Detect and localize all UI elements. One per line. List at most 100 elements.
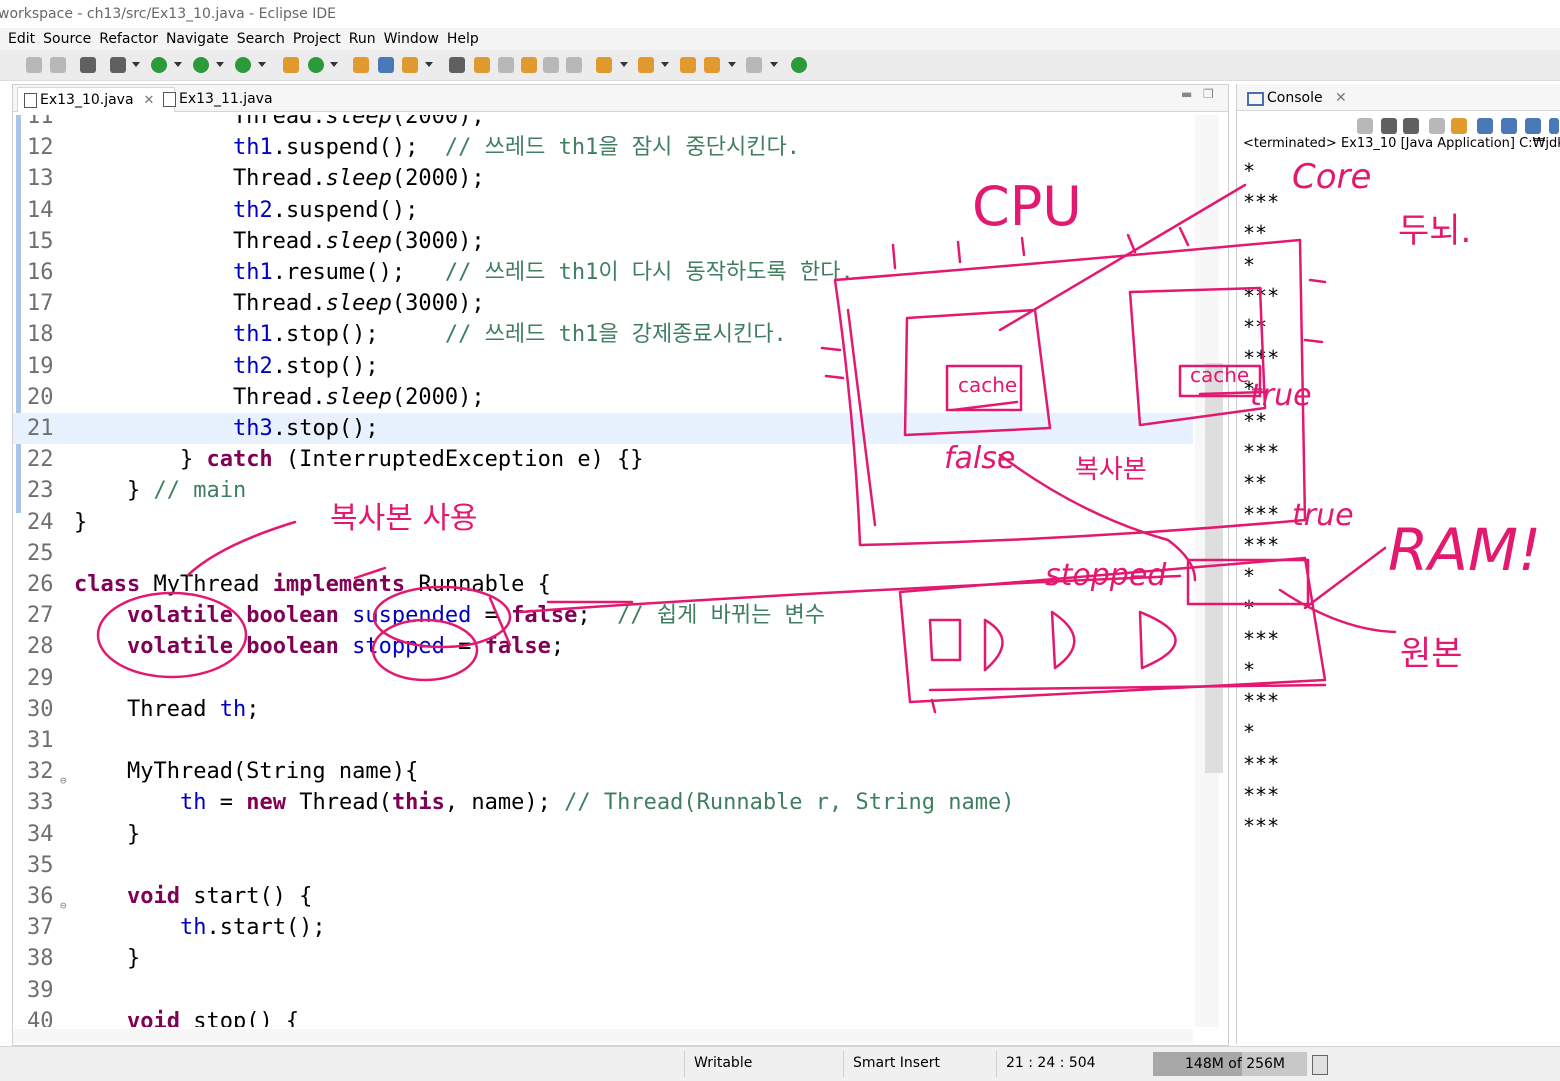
scrollbar-thumb[interactable]: [1205, 363, 1223, 773]
new-java-package-icon[interactable]: [283, 57, 299, 73]
code-line[interactable]: 13 Thread.sleep(2000);: [13, 163, 1193, 194]
menu-project[interactable]: Project: [293, 28, 341, 50]
console-output-line: **: [1243, 221, 1268, 246]
run-icon[interactable]: [151, 57, 167, 73]
line-number: 29: [27, 665, 54, 691]
menu-help[interactable]: Help: [447, 28, 479, 50]
remove-launch-icon[interactable]: [1381, 118, 1397, 134]
code-line[interactable]: 29: [13, 663, 1193, 694]
new-java-class-icon[interactable]: [308, 57, 324, 73]
console-output-line: ***: [1243, 626, 1280, 651]
code-text: } // main: [74, 478, 247, 504]
code-line[interactable]: 25: [13, 538, 1193, 569]
minimize-icon[interactable]: ▬: [1181, 87, 1192, 101]
save-icon[interactable]: [26, 57, 42, 73]
tab-ex13-11[interactable]: Ex13_11.java: [157, 87, 303, 111]
external-tools-icon[interactable]: [235, 57, 251, 73]
code-line[interactable]: 19 th2.stop();: [13, 351, 1193, 382]
search-icon[interactable]: [402, 57, 418, 73]
code-line[interactable]: 20 Thread.sleep(2000);: [13, 382, 1193, 413]
horizontal-scrollbar[interactable]: [13, 1029, 1193, 1043]
close-icon[interactable]: ✕: [144, 93, 155, 108]
clear-console-icon[interactable]: [1429, 118, 1445, 134]
coverage-icon[interactable]: [193, 57, 209, 73]
word-wrap-icon[interactable]: [498, 57, 514, 73]
code-line[interactable]: 40⊖ void stop() {: [13, 1006, 1193, 1027]
code-line[interactable]: 15 Thread.sleep(3000);: [13, 226, 1193, 257]
skip-breakpoints-icon[interactable]: [80, 57, 96, 73]
tab-ex13-10[interactable]: Ex13_10.java ✕: [17, 87, 175, 112]
code-line[interactable]: 11 Thread.sleep(2000);: [13, 115, 1193, 132]
code-line[interactable]: 34 }: [13, 819, 1193, 850]
minimize-icon[interactable]: [1549, 118, 1559, 134]
open-type-icon[interactable]: [353, 57, 369, 73]
line-number: 39: [27, 977, 54, 1003]
previous-annotation-icon[interactable]: [638, 57, 654, 73]
pin-console-icon[interactable]: [1477, 118, 1493, 134]
code-line[interactable]: 26 class MyThread implements Runnable {: [13, 569, 1193, 600]
open-console-icon[interactable]: [1525, 118, 1541, 134]
heap-status[interactable]: 148M of 256M: [1153, 1052, 1307, 1076]
toggle-breadcrumb-icon[interactable]: [449, 57, 465, 73]
code-line[interactable]: 37 th.start();: [13, 912, 1193, 943]
menu-refactor[interactable]: Refactor: [99, 28, 158, 50]
console-output-line: ***: [1243, 502, 1280, 527]
scroll-lock-icon[interactable]: [1451, 118, 1467, 134]
code-line[interactable]: 12 th1.suspend(); // 쓰레드 th1을 잠시 중단시킨다.: [13, 132, 1193, 163]
tab-console[interactable]: Console ✕: [1245, 86, 1347, 110]
code-line[interactable]: 18 th1.stop(); // 쓰레드 th1을 강제종료시킨다.: [13, 319, 1193, 350]
fold-icon[interactable]: ⊖: [60, 1015, 67, 1027]
forward-icon[interactable]: [746, 57, 762, 73]
code-line[interactable]: 24}: [13, 507, 1193, 538]
menu-navigate[interactable]: Navigate: [166, 28, 229, 50]
code-line[interactable]: 38 }: [13, 943, 1193, 974]
code-line[interactable]: 35: [13, 850, 1193, 881]
terminate-icon[interactable]: [1357, 118, 1373, 134]
code-line[interactable]: 39: [13, 975, 1193, 1006]
code-line[interactable]: 14 th2.suspend();: [13, 195, 1193, 226]
code-area[interactable]: 11 Thread.sleep(2000); 12 th1.suspend(); …: [13, 115, 1193, 1027]
menu-source[interactable]: Source: [43, 28, 91, 50]
garbage-collect-icon[interactable]: [1312, 1055, 1328, 1075]
menu-run[interactable]: Run: [349, 28, 376, 50]
maximize-icon[interactable]: ❐: [1203, 87, 1214, 101]
open-perspective-icon[interactable]: [791, 57, 807, 73]
mark-occurrences-icon[interactable]: [474, 57, 490, 73]
code-line[interactable]: 32 ⊖ MyThread(String name){: [13, 756, 1193, 787]
menu-window[interactable]: Window: [384, 28, 439, 50]
close-icon[interactable]: ✕: [1335, 90, 1347, 106]
console-output-line: ***: [1243, 439, 1280, 464]
menu-search[interactable]: Search: [237, 28, 285, 50]
back-icon[interactable]: [704, 57, 720, 73]
code-line[interactable]: 27 volatile boolean suspended = false; /…: [13, 600, 1193, 631]
console-output-line: ***: [1243, 283, 1280, 308]
display-console-icon[interactable]: [1501, 118, 1517, 134]
show-whitespace-icon[interactable]: [543, 57, 559, 73]
code-line[interactable]: 30 Thread th;: [13, 694, 1193, 725]
code-line[interactable]: 22 } catch (InterruptedException e) {}: [13, 444, 1193, 475]
line-number: 30: [27, 696, 54, 722]
paragraph-icon[interactable]: [566, 57, 582, 73]
code-text: void start() {: [126, 884, 313, 909]
menu-edit[interactable]: Edit: [8, 28, 35, 50]
code-line[interactable]: 33 th = new Thread(this, name); // Threa…: [13, 787, 1193, 818]
line-number: 28: [27, 634, 54, 660]
line-number: 20: [27, 384, 54, 410]
remove-all-icon[interactable]: [1403, 118, 1419, 134]
code-line[interactable]: 16 th1.resume(); // 쓰레드 th1이 다시 동작하도록 한다…: [13, 257, 1193, 288]
code-line[interactable]: 17 Thread.sleep(3000);: [13, 288, 1193, 319]
code-line[interactable]: 21 th3.stop();: [13, 413, 1193, 444]
code-text: th1.stop(); // 쓰레드 th1을 강제종료시킨다.: [232, 322, 787, 348]
debug-icon[interactable]: [110, 57, 126, 73]
save-all-icon[interactable]: [50, 57, 66, 73]
code-line[interactable]: 23 } // main: [13, 475, 1193, 506]
code-line[interactable]: 28 volatile boolean stopped = false;: [13, 631, 1193, 662]
next-annotation-icon[interactable]: [596, 57, 612, 73]
code-line[interactable]: 36 ⊖ void start() {: [13, 881, 1193, 912]
code-line[interactable]: 31: [13, 725, 1193, 756]
open-task-icon[interactable]: [378, 57, 394, 73]
last-edit-location-icon[interactable]: [680, 57, 696, 73]
line-number: 35: [27, 852, 54, 878]
block-selection-icon[interactable]: [521, 57, 537, 73]
line-number: 33: [27, 790, 54, 816]
